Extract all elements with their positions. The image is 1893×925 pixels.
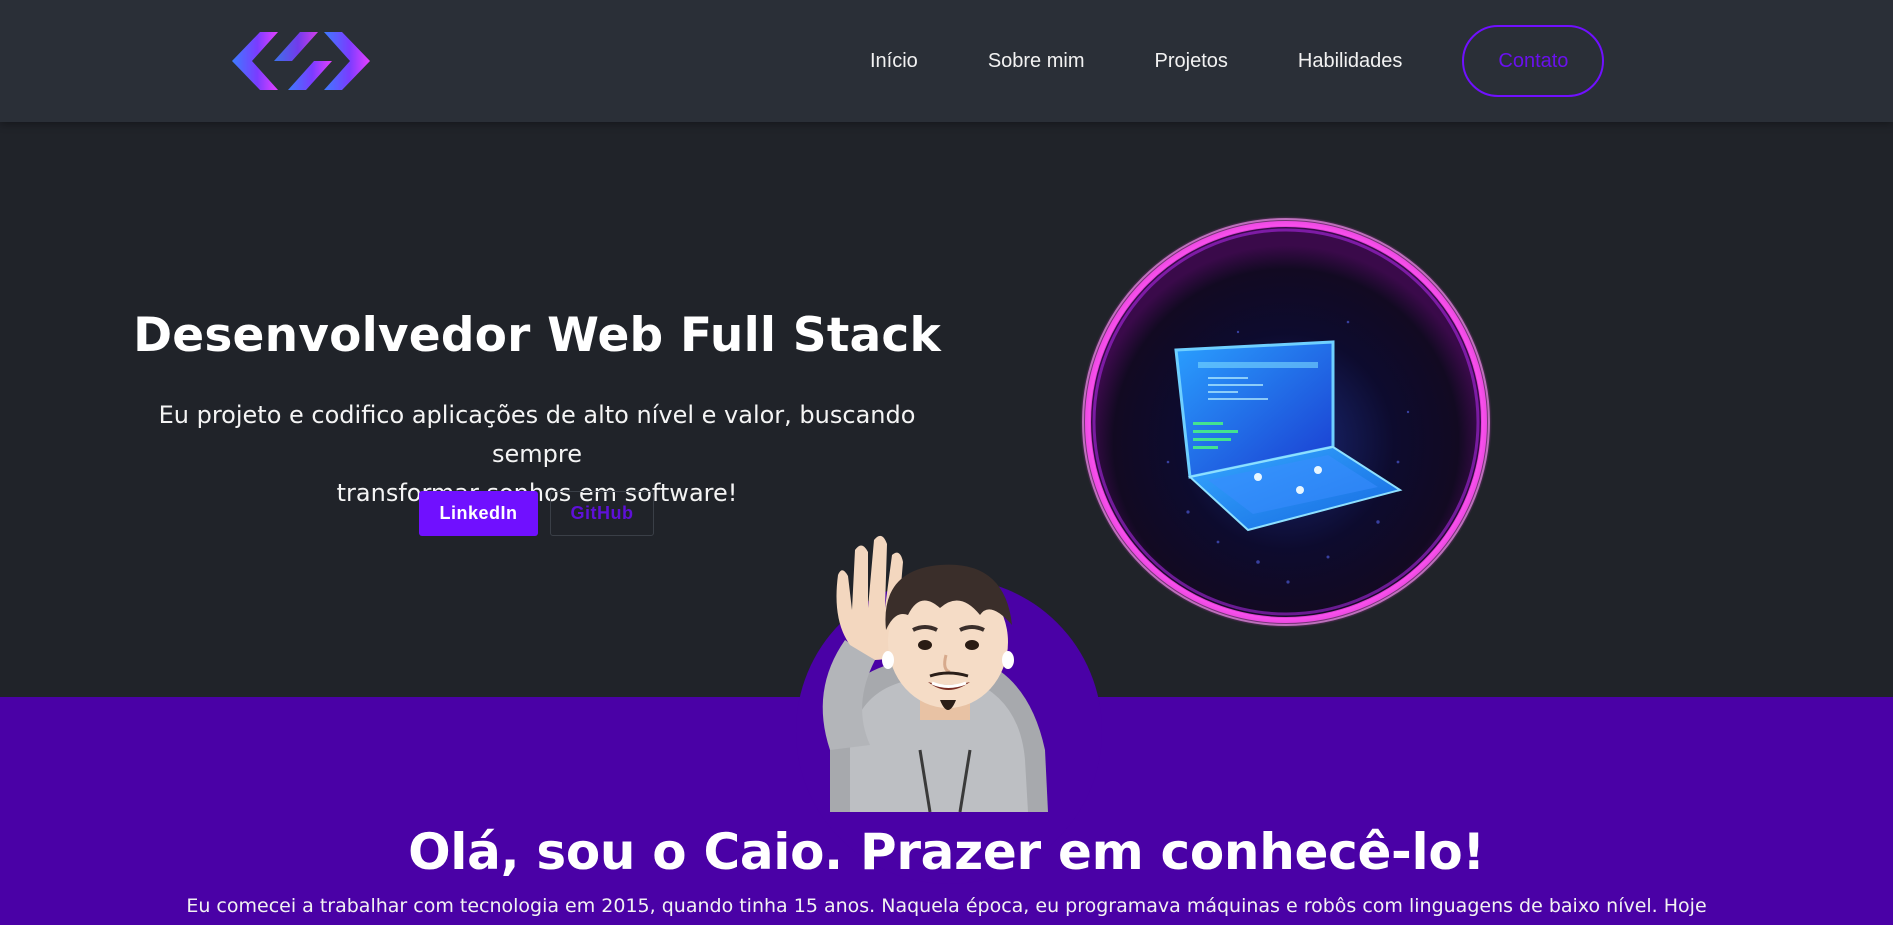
navbar: Início Sobre mim Projetos Habilidades Co…	[0, 0, 1893, 122]
about-text: Eu comecei a trabalhar com tecnologia em…	[186, 895, 1707, 917]
contact-button[interactable]: Contato	[1462, 25, 1605, 97]
about-title: Olá, sou o Caio. Prazer em conhecê-lo!	[408, 823, 1485, 881]
nav-link-projetos[interactable]: Projetos	[1155, 50, 1228, 73]
hero-title: Desenvolvedor Web Full Stack	[133, 308, 941, 363]
laptop-portal-illustration	[1080, 216, 1492, 628]
hero-buttons: LinkedIn GitHub	[419, 491, 654, 536]
hero-description-line-1: Eu projeto e codifico aplicações de alto…	[158, 401, 916, 468]
nav-link-inicio[interactable]: Início	[870, 50, 918, 73]
nav-links: Início Sobre mim Projetos Habilidades Co…	[870, 0, 1605, 122]
github-button[interactable]: GitHub	[550, 491, 654, 536]
code-brackets-logo-icon[interactable]	[230, 30, 372, 92]
nav-link-sobre-mim[interactable]: Sobre mim	[988, 50, 1085, 73]
waving-memoji-avatar	[822, 535, 1048, 812]
linkedin-button[interactable]: LinkedIn	[419, 491, 538, 536]
nav-link-habilidades[interactable]: Habilidades	[1298, 50, 1403, 73]
